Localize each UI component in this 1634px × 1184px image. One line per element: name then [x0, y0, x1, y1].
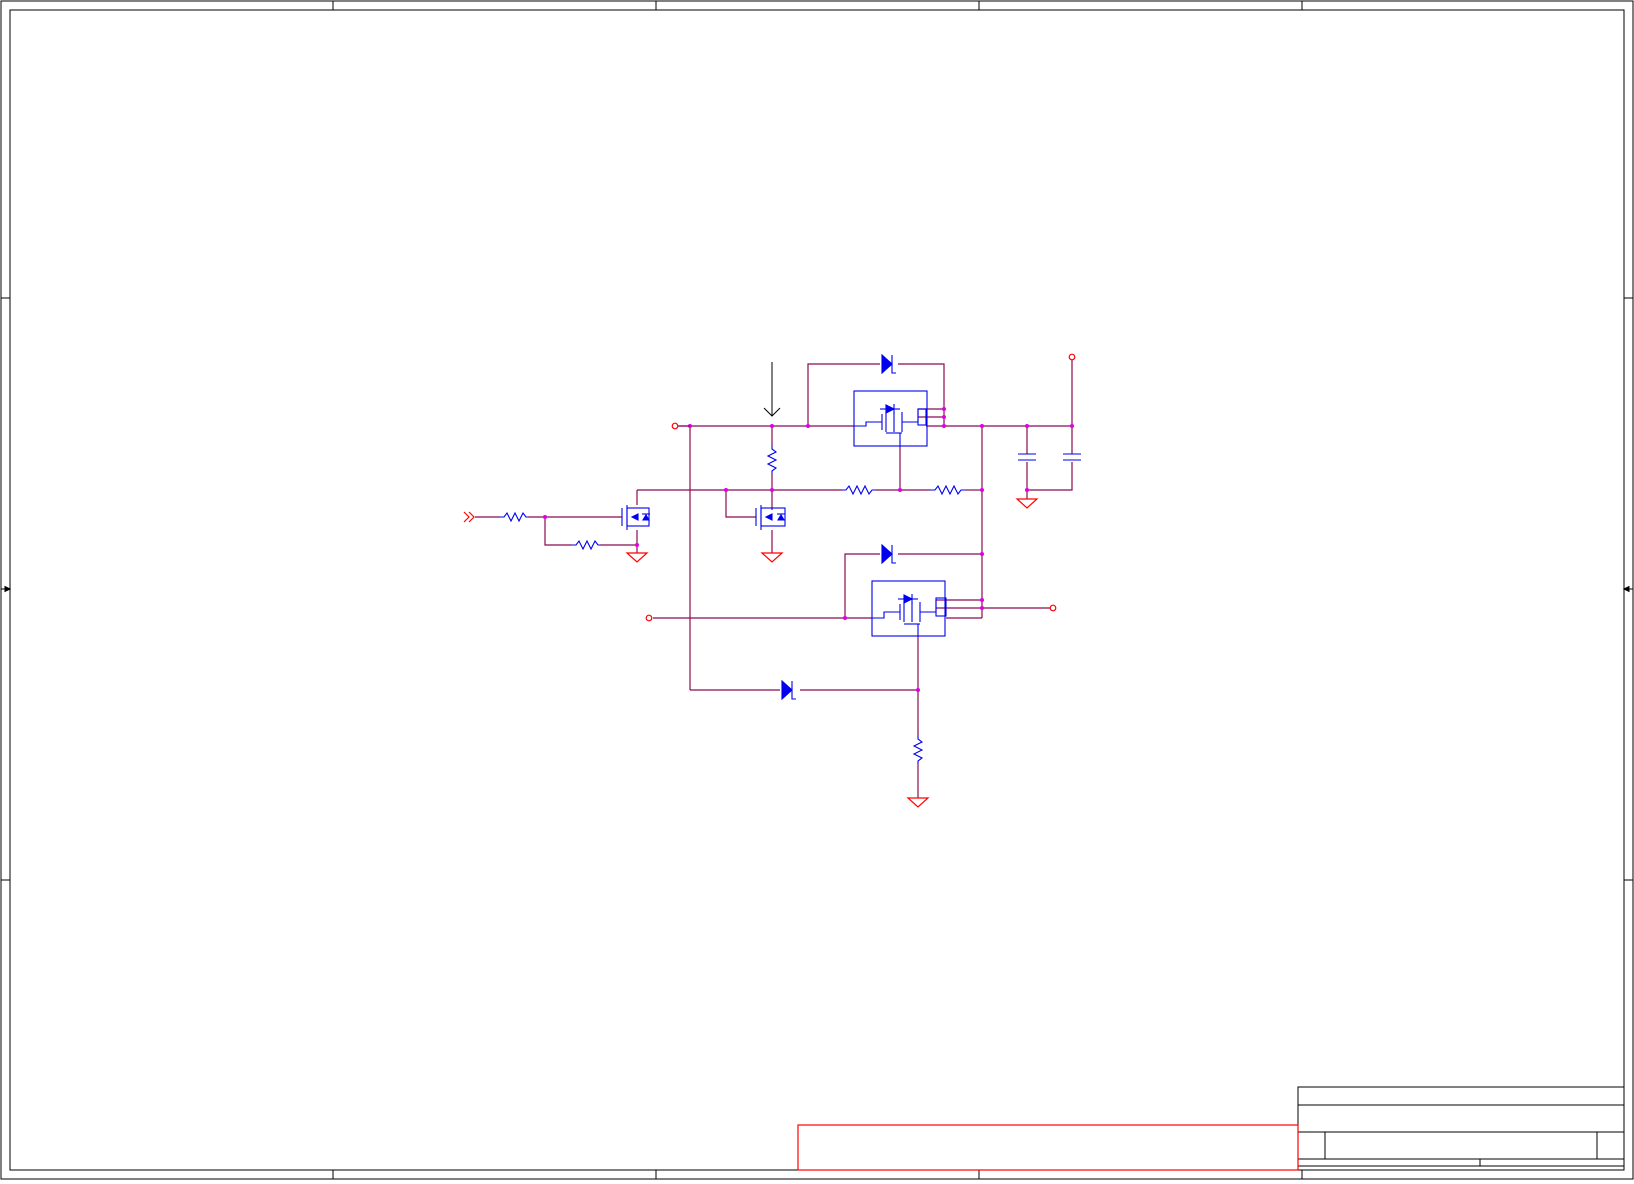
components [500, 353, 1081, 764]
junction-dot [980, 606, 984, 610]
output2-port-terminal [1049, 604, 1057, 612]
junction-dot [980, 598, 984, 602]
power-ports [463, 353, 1076, 808]
d2-zener-diode[interactable] [881, 543, 896, 565]
output-port-terminal [1068, 353, 1076, 361]
r-feedback-resistor[interactable] [572, 539, 600, 551]
r-bottom-resistor[interactable] [912, 735, 924, 764]
annotation-arrow-icon [763, 362, 781, 417]
junction-dot [843, 616, 847, 620]
schematic-canvas [0, 0, 1634, 1180]
junction-dot [942, 424, 946, 428]
inner-border [9, 9, 1625, 1171]
d3-zener-diode[interactable] [781, 679, 796, 701]
ground-icon [906, 797, 930, 808]
q3-n-mosfet[interactable] [621, 505, 650, 530]
ground-icon [625, 552, 649, 563]
ground-icon [1015, 498, 1039, 509]
q4-n-mosfet[interactable] [755, 505, 786, 530]
junction-dot [916, 688, 920, 692]
junction-dot [980, 552, 984, 556]
r-mid-right-resistor[interactable] [930, 484, 966, 496]
title-block-border [1297, 1086, 1625, 1171]
r-mid-left-resistor[interactable] [842, 484, 876, 496]
gate-port-terminal [645, 614, 653, 622]
junction-dot [806, 424, 810, 428]
junction-dot [770, 488, 774, 492]
drawing-frame [0, 0, 1634, 1180]
title-block [1297, 1086, 1625, 1171]
q1-mosfet-module[interactable] [853, 390, 928, 447]
c1-capacitor[interactable] [1018, 453, 1036, 461]
input-port-terminal [671, 422, 679, 430]
notice-box [797, 1124, 1299, 1171]
input-chevron-icon [463, 511, 470, 523]
body-diode-icon [885, 404, 896, 414]
center-arrow-left [1, 585, 12, 593]
schematic-sheet [0, 0, 1634, 1180]
junction-dot [770, 424, 774, 428]
junction-dot [724, 488, 728, 492]
junction-dot [1025, 488, 1029, 492]
r-input-resistor[interactable] [500, 511, 528, 523]
junctions [543, 407, 1074, 692]
junction-dot [942, 415, 946, 419]
body-diode-icon [903, 594, 914, 604]
junction-dot [635, 543, 639, 547]
center-arrow-right [1622, 585, 1633, 593]
outer-border [0, 0, 1634, 1180]
junction-dot [980, 424, 984, 428]
d1-zener-diode[interactable] [881, 353, 896, 375]
junction-dot [980, 488, 984, 492]
ground-icon [760, 552, 784, 563]
q2-mosfet-module[interactable] [871, 580, 947, 637]
junction-dot [942, 407, 946, 411]
c2-capacitor[interactable] [1063, 453, 1081, 461]
junction-dot [1025, 424, 1029, 428]
junction-dot [543, 515, 547, 519]
junction-dot [1070, 424, 1074, 428]
junction-dot [898, 488, 902, 492]
r-pullup-resistor[interactable] [766, 445, 778, 473]
